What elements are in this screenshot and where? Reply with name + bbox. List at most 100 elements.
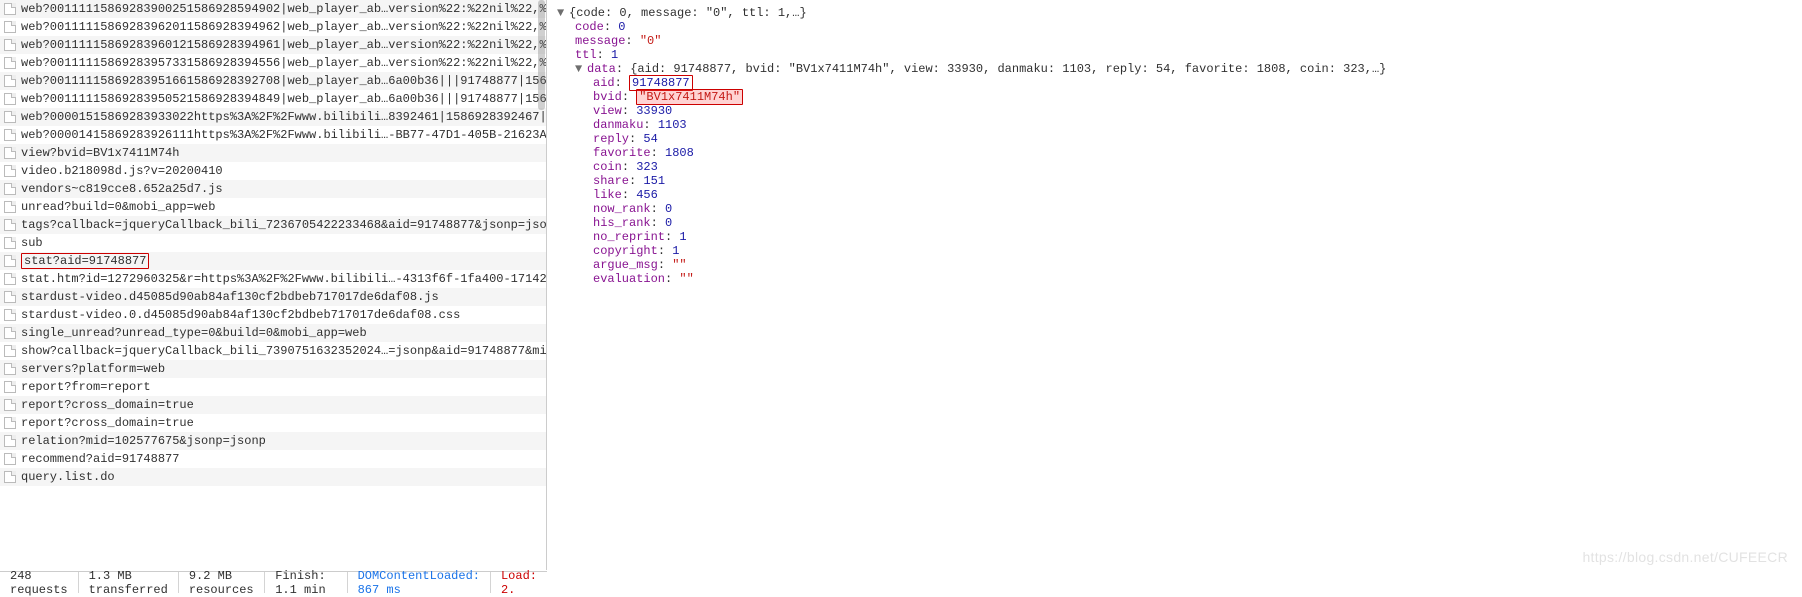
json-field-no_reprint[interactable]: no_reprint: 1 — [557, 230, 1792, 244]
file-icon — [4, 399, 16, 411]
json-ttl[interactable]: ttl: 1 — [557, 48, 1792, 62]
file-icon — [4, 453, 16, 465]
response-preview-panel[interactable]: ▼{code: 0, message: "0", ttl: 1,…}code: … — [547, 0, 1802, 570]
network-row[interactable]: recommend?aid=91748877 — [0, 450, 546, 468]
network-row-name: web?00111115869283900251586928594902|web… — [21, 2, 546, 16]
json-field-share[interactable]: share: 151 — [557, 174, 1792, 188]
network-row[interactable]: stat?aid=91748877 — [0, 252, 546, 270]
collapse-toggle-icon[interactable]: ▼ — [575, 62, 585, 76]
network-row[interactable]: show?callback=jqueryCallback_bili_739075… — [0, 342, 546, 360]
network-row-name: web?00111115869283950521586928394849|web… — [21, 92, 546, 106]
json-field-argue_msg[interactable]: argue_msg: "" — [557, 258, 1792, 272]
json-field-evaluation[interactable]: evaluation: "" — [557, 272, 1792, 286]
network-row-name: web?00001515869283933022https%3A%2F%2Fww… — [21, 110, 546, 124]
status-transferred: 1.3 MB transferred — [79, 572, 179, 593]
json-field-favorite[interactable]: favorite: 1808 — [557, 146, 1792, 160]
network-row[interactable]: web?00111115869283950521586928394849|web… — [0, 90, 546, 108]
collapse-toggle-icon[interactable]: ▼ — [557, 6, 567, 20]
file-icon — [4, 291, 16, 303]
file-icon — [4, 147, 16, 159]
network-row[interactable]: web?00111115869283960121586928394961|web… — [0, 36, 546, 54]
json-field-bvid[interactable]: bvid: "BV1x7411M74h" — [557, 90, 1792, 104]
status-requests: 248 requests — [0, 572, 79, 593]
network-row[interactable]: report?from=report — [0, 378, 546, 396]
file-icon — [4, 183, 16, 195]
network-row[interactable]: relation?mid=102577675&jsonp=jsonp — [0, 432, 546, 450]
network-row[interactable]: stardust-video.d45085d90ab84af130cf2bdbe… — [0, 288, 546, 306]
network-row[interactable]: view?bvid=BV1x7411M74h — [0, 144, 546, 162]
network-row[interactable]: tags?callback=jqueryCallback_bili_723670… — [0, 216, 546, 234]
network-row-name: report?cross_domain=true — [21, 398, 194, 412]
file-icon — [4, 471, 16, 483]
file-icon — [4, 201, 16, 213]
json-field-now_rank[interactable]: now_rank: 0 — [557, 202, 1792, 216]
network-row-name: recommend?aid=91748877 — [21, 452, 179, 466]
json-field-like[interactable]: like: 456 — [557, 188, 1792, 202]
status-domcontentloaded: DOMContentLoaded: 867 ms — [348, 572, 491, 593]
network-row[interactable]: report?cross_domain=true — [0, 414, 546, 432]
network-row-name: web?00111115869283962011586928394962|web… — [21, 20, 546, 34]
network-row-name: vendors~c819cce8.652a25d7.js — [21, 182, 223, 196]
json-field-his_rank[interactable]: his_rank: 0 — [557, 216, 1792, 230]
network-row[interactable]: web?00001515869283933022https%3A%2F%2Fww… — [0, 108, 546, 126]
network-row[interactable]: query.list.do — [0, 468, 546, 486]
file-icon — [4, 129, 16, 141]
json-root[interactable]: ▼{code: 0, message: "0", ttl: 1,…} — [557, 6, 1792, 20]
network-row-name: sub — [21, 236, 43, 250]
file-icon — [4, 417, 16, 429]
network-row-name: query.list.do — [21, 470, 115, 484]
network-row[interactable]: sub — [0, 234, 546, 252]
network-row[interactable]: stardust-video.0.d45085d90ab84af130cf2bd… — [0, 306, 546, 324]
network-row-name: web?00111115869283951661586928392708|web… — [21, 74, 546, 88]
file-icon — [4, 435, 16, 447]
json-field-view[interactable]: view: 33930 — [557, 104, 1792, 118]
file-icon — [4, 255, 16, 267]
network-row-name: view?bvid=BV1x7411M74h — [21, 146, 179, 160]
network-row-name: report?cross_domain=true — [21, 416, 194, 430]
network-row[interactable]: video.b218098d.js?v=20200410 — [0, 162, 546, 180]
network-row[interactable]: web?00111115869283962011586928394962|web… — [0, 18, 546, 36]
network-row[interactable]: web?00111115869283951661586928392708|web… — [0, 72, 546, 90]
network-row[interactable]: web?00111115869283900251586928594902|web… — [0, 0, 546, 18]
network-request-list[interactable]: web?00111115869283900251586928594902|web… — [0, 0, 547, 570]
network-row-name: stat?aid=91748877 — [21, 253, 149, 269]
network-row[interactable]: vendors~c819cce8.652a25d7.js — [0, 180, 546, 198]
network-row[interactable]: single_unread?unread_type=0&build=0&mobi… — [0, 324, 546, 342]
file-icon — [4, 111, 16, 123]
file-icon — [4, 93, 16, 105]
network-row-name: stat.htm?id=1272960325&r=https%3A%2F%2Fw… — [21, 272, 546, 286]
network-row-name: stardust-video.d45085d90ab84af130cf2bdbe… — [21, 290, 439, 304]
network-row[interactable]: report?cross_domain=true — [0, 396, 546, 414]
network-row[interactable]: web?00111115869283957331586928394556|web… — [0, 54, 546, 72]
json-field-aid[interactable]: aid: 91748877 — [557, 76, 1792, 90]
json-field-danmaku[interactable]: danmaku: 1103 — [557, 118, 1792, 132]
network-row[interactable]: unread?build=0&mobi_app=web — [0, 198, 546, 216]
status-load: Load: 2. — [491, 572, 547, 593]
network-status-bar: 248 requests 1.3 MB transferred 9.2 MB r… — [0, 571, 547, 593]
network-row-name: show?callback=jqueryCallback_bili_739075… — [21, 344, 546, 358]
network-row[interactable]: servers?platform=web — [0, 360, 546, 378]
file-icon — [4, 21, 16, 33]
network-row-name: web?00111115869283960121586928394961|web… — [21, 38, 546, 52]
file-icon — [4, 165, 16, 177]
file-icon — [4, 309, 16, 321]
file-icon — [4, 363, 16, 375]
json-code[interactable]: code: 0 — [557, 20, 1792, 34]
json-field-coin[interactable]: coin: 323 — [557, 160, 1792, 174]
network-row-name: servers?platform=web — [21, 362, 165, 376]
network-row-name: relation?mid=102577675&jsonp=jsonp — [21, 434, 266, 448]
json-message[interactable]: message: "0" — [557, 34, 1792, 48]
scrollbar-thumb[interactable] — [538, 0, 545, 110]
network-row[interactable]: web?00001415869283926111https%3A%2F%2Fww… — [0, 126, 546, 144]
json-data[interactable]: ▼data: {aid: 91748877, bvid: "BV1x7411M7… — [557, 62, 1792, 76]
file-icon — [4, 219, 16, 231]
json-field-copyright[interactable]: copyright: 1 — [557, 244, 1792, 258]
network-row-name: video.b218098d.js?v=20200410 — [21, 164, 223, 178]
network-row-name: unread?build=0&mobi_app=web — [21, 200, 215, 214]
network-row-name: web?00001415869283926111https%3A%2F%2Fww… — [21, 128, 546, 142]
network-row-name: single_unread?unread_type=0&build=0&mobi… — [21, 326, 367, 340]
network-row[interactable]: stat.htm?id=1272960325&r=https%3A%2F%2Fw… — [0, 270, 546, 288]
network-row-name: web?00111115869283957331586928394556|web… — [21, 56, 546, 70]
json-field-reply[interactable]: reply: 54 — [557, 132, 1792, 146]
network-row-name: report?from=report — [21, 380, 151, 394]
